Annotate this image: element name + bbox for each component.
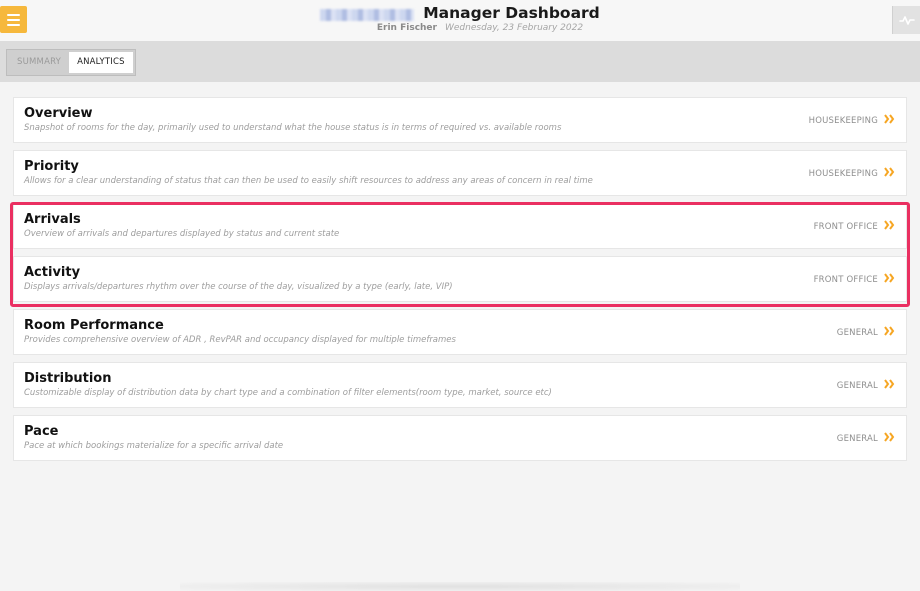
double-chevron-right-icon (884, 432, 895, 442)
user-name: Erin Fischer (376, 23, 437, 33)
list-item-priority[interactable]: Priority Allows for a clear understandin… (13, 150, 907, 196)
blurred-logo (320, 8, 415, 21)
analytics-list: Overview Snapshot of rooms for the day, … (13, 97, 907, 468)
tab-bar: SUMMARY ANALYTICS (0, 42, 920, 82)
header: Manager Dashboard Erin Fischer Wednesday… (0, 4, 920, 33)
top-bar: Manager Dashboard Erin Fischer Wednesday… (0, 0, 920, 42)
item-title: Priority (24, 159, 79, 174)
double-chevron-right-icon (884, 379, 895, 389)
list-item-activity[interactable]: Activity Displays arrivals/departures rh… (13, 256, 907, 302)
item-category: HOUSEKEEPING (808, 116, 878, 126)
list-item-overview[interactable]: Overview Snapshot of rooms for the day, … (13, 97, 907, 143)
list-item-distribution[interactable]: Distribution Customizable display of dis… (13, 362, 907, 408)
page-title: Manager Dashboard (423, 4, 600, 22)
double-chevron-right-icon (884, 114, 895, 124)
item-description: Provides comprehensive overview of ADR ,… (24, 335, 456, 345)
item-title: Arrivals (24, 212, 81, 227)
tab-group: SUMMARY ANALYTICS (6, 49, 136, 76)
item-description: Customizable display of distribution dat… (24, 388, 552, 398)
double-chevron-right-icon (884, 220, 895, 230)
item-category: FRONT OFFICE (813, 222, 878, 232)
item-category: GENERAL (836, 328, 878, 338)
double-chevron-right-icon (884, 167, 895, 177)
item-category: GENERAL (836, 434, 878, 444)
list-item-room-performance[interactable]: Room Performance Provides comprehensive … (13, 309, 907, 355)
item-description: Pace at which bookings materialize for a… (24, 441, 284, 451)
tab-summary[interactable]: SUMMARY (9, 52, 69, 73)
current-date: Wednesday, 23 February 2022 (444, 23, 584, 33)
double-chevron-right-icon (884, 273, 895, 283)
item-description: Allows for a clear understanding of stat… (24, 176, 593, 186)
item-category: FRONT OFFICE (813, 275, 878, 285)
item-title: Pace (24, 424, 59, 439)
activity-pulse-icon[interactable] (892, 6, 920, 34)
item-title: Activity (24, 265, 81, 280)
list-item-arrivals[interactable]: Arrivals Overview of arrivals and depart… (13, 203, 907, 249)
item-description: Snapshot of rooms for the day, primarily… (24, 123, 562, 133)
list-item-pace[interactable]: Pace Pace at which bookings materialize … (13, 415, 907, 461)
item-description: Displays arrivals/departures rhythm over… (24, 282, 453, 292)
item-title: Room Performance (24, 318, 164, 333)
footer-shadow (180, 582, 740, 591)
item-title: Overview (24, 106, 93, 121)
item-description: Overview of arrivals and departures disp… (24, 229, 340, 239)
item-category: GENERAL (836, 381, 878, 391)
item-category: HOUSEKEEPING (808, 169, 878, 179)
item-title: Distribution (24, 371, 112, 386)
tab-analytics[interactable]: ANALYTICS (69, 52, 133, 73)
double-chevron-right-icon (884, 326, 895, 336)
